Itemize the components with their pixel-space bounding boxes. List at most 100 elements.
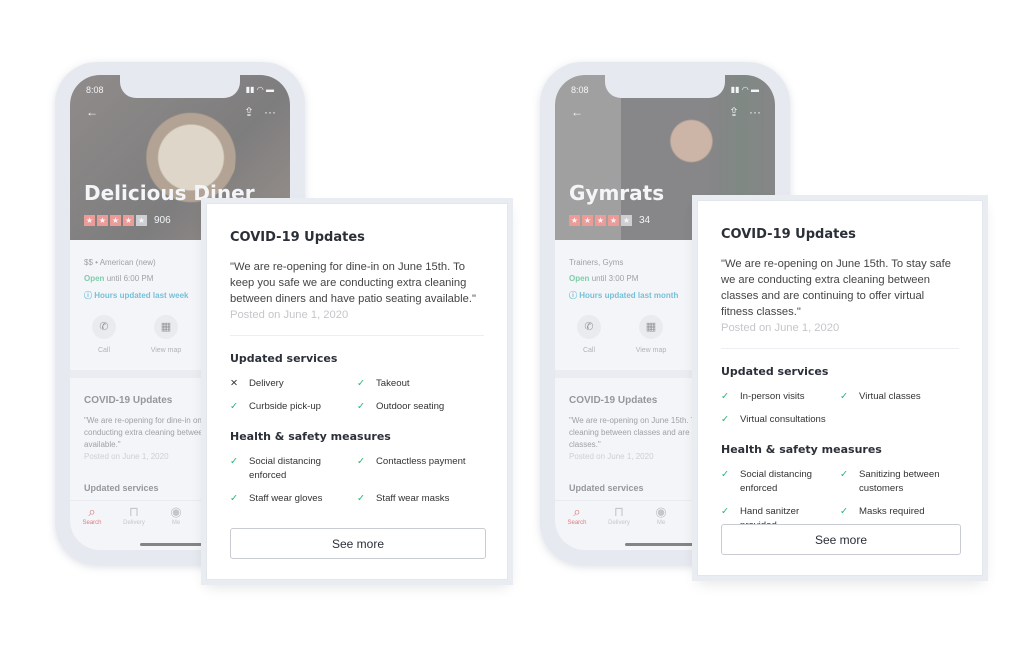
star-icon: ★ [97, 215, 108, 226]
safety-item: ✓ Social distancing enforced [721, 468, 840, 496]
action-label: Call [582, 347, 596, 354]
hours-note[interactable]: ⓘ Hours updated last month [569, 290, 678, 301]
nav-me[interactable]: ◉ Me [164, 501, 188, 530]
card-quote: "We are re-opening for dine-in on June 1… [230, 261, 476, 305]
status-time: 8:08 [571, 85, 589, 95]
nav-delivery[interactable]: ⊓ Delivery [122, 501, 146, 530]
business-name: Delicious Diner [84, 181, 255, 205]
open-label: Open [569, 274, 590, 283]
service-label: In-person visits [740, 391, 805, 402]
more-icon[interactable]: ··· [749, 105, 761, 119]
action-call[interactable]: ✆ Call [569, 315, 609, 354]
phone-notch [605, 74, 725, 98]
check-icon: ✓ [721, 414, 730, 425]
hours-note[interactable]: ⓘ Hours updated last week [84, 290, 188, 301]
bag-icon: ⊓ [128, 504, 140, 519]
card-posted-date: Posted on June 1, 2020 [230, 309, 349, 321]
check-icon: ✓ [840, 391, 849, 402]
services-heading: Updated services [721, 365, 829, 378]
safety-list: ✓ Social distancing enforced ✓ Contactless … [230, 455, 484, 506]
card-title: COVID-19 Updates [230, 230, 365, 245]
safety-label: Social distancing enforced [249, 456, 321, 481]
back-arrow-icon[interactable]: ← [571, 105, 583, 119]
service-item: ✕ Delivery [230, 377, 357, 391]
see-more-button[interactable]: See more [721, 524, 961, 555]
open-status: Open until 3:00 PM [569, 274, 638, 283]
check-icon: ✓ [230, 401, 239, 412]
star-icon: ★ [110, 215, 121, 226]
services-list: ✕ Delivery ✓ Takeout ✓ Curbside pick-up ✓ Outdo… [230, 377, 484, 414]
covid-heading: COVID-19 Updates [569, 395, 658, 406]
check-icon: ✓ [721, 469, 730, 480]
check-icon: ✓ [721, 391, 730, 402]
action-label: View map [635, 347, 667, 354]
safety-item: ✓ Contactless payment [357, 455, 484, 483]
star-icon: ★ [621, 215, 632, 226]
share-icon[interactable]: ⇪ [729, 105, 739, 119]
covid-updates-card: COVID-19 Updates "We are re-opening on J… [697, 200, 983, 576]
services-list: ✓ In-person visits ✓ Virtual classes ✓ Virtua… [721, 390, 959, 427]
card-quote: "We are re-opening on June 15th. To stay… [721, 258, 951, 318]
star-icon: ★ [595, 215, 606, 226]
check-icon: ✓ [357, 378, 366, 389]
review-count: 34 [639, 215, 651, 226]
see-more-button[interactable]: See more [230, 528, 486, 559]
action-view-map[interactable]: ▦ View map [631, 315, 671, 354]
card-title: COVID-19 Updates [721, 227, 856, 242]
service-item: ✓ Virtual consultations [721, 413, 840, 427]
posted-date: Posted on June 1, 2020 [569, 452, 654, 461]
service-item: ✓ Curbside pick-up [230, 400, 357, 414]
back-arrow-icon[interactable]: ← [86, 105, 98, 119]
safety-item: ✓ Sanitizing between customers [840, 468, 959, 496]
service-item: ✓ Takeout [357, 377, 484, 391]
nav-label: Delivery [123, 520, 145, 526]
status-time: 8:08 [86, 85, 104, 95]
nav-search[interactable]: ⌕ Search [565, 501, 589, 530]
updated-services-heading: Updated services [569, 483, 644, 493]
action-view-map[interactable]: ▦ View map [146, 315, 186, 354]
hours-note-text: Hours updated last month [579, 291, 679, 300]
check-icon: ✓ [357, 456, 366, 467]
search-icon: ⌕ [88, 504, 96, 519]
phone-notch [120, 74, 240, 98]
home-indicator [625, 543, 705, 546]
more-icon[interactable]: ··· [264, 105, 276, 119]
nav-label: Me [171, 520, 181, 526]
action-call[interactable]: ✆ Call [84, 315, 124, 354]
service-label: Virtual consultations [740, 414, 826, 425]
services-heading: Updated services [230, 352, 338, 365]
star-icon: ★ [608, 215, 619, 226]
covid-heading: COVID-19 Updates [84, 395, 173, 406]
safety-label: Social distancing enforced [740, 469, 812, 494]
service-item: ✓ Virtual classes [840, 390, 959, 404]
posted-date: Posted on June 1, 2020 [84, 452, 169, 461]
check-icon: ✓ [840, 469, 849, 480]
service-label: Curbside pick-up [249, 401, 321, 412]
nav-label: Delivery [608, 520, 630, 526]
bag-icon: ⊓ [613, 504, 625, 519]
service-label: Outdoor seating [376, 401, 445, 412]
map-icon: ▦ [639, 315, 663, 339]
safety-label: Sanitizing between customers [859, 469, 940, 494]
safety-label: Staff wear gloves [249, 493, 323, 504]
info-icon: ⓘ [569, 291, 577, 300]
safety-label: Contactless payment [376, 456, 466, 467]
star-rating: ★ ★ ★ ★ ★ 34 [569, 215, 650, 226]
star-icon: ★ [84, 215, 95, 226]
business-name: Gymrats [569, 181, 665, 205]
nav-search[interactable]: ⌕ Search [80, 501, 104, 530]
open-until: until 3:00 PM [591, 274, 639, 283]
star-rating: ★ ★ ★ ★ ★ 906 [84, 215, 171, 226]
service-label: Takeout [376, 378, 410, 389]
share-icon[interactable]: ⇪ [244, 105, 254, 119]
action-label: Call [97, 347, 111, 354]
safety-heading: Health & safety measures [230, 430, 391, 443]
map-icon: ▦ [154, 315, 178, 339]
safety-item: ✓ Staff wear masks [357, 492, 484, 506]
updated-services-heading: Updated services [84, 483, 159, 493]
nav-me[interactable]: ◉ Me [649, 501, 673, 530]
category: $$ • American (new) [84, 258, 156, 267]
action-label: View map [150, 347, 182, 354]
nav-delivery[interactable]: ⊓ Delivery [607, 501, 631, 530]
safety-heading: Health & safety measures [721, 443, 882, 456]
